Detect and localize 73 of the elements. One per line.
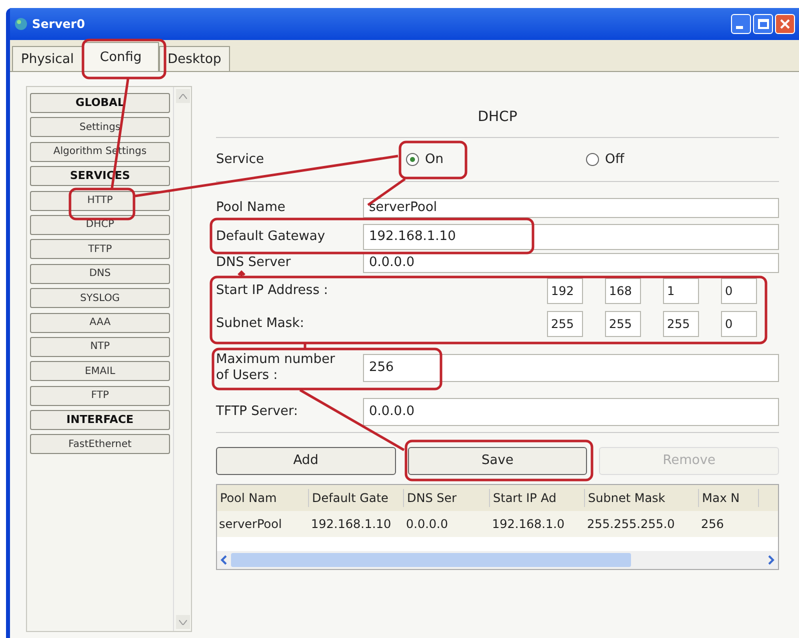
sidebar-item[interactable]: Settings [30,117,170,138]
text-field[interactable]: 0.0.0.0 [363,253,779,273]
sidebar-item[interactable]: HTTP [30,190,170,211]
table-cell-text: 0.0.0.0 [405,516,449,533]
table-cell-text: serverPool [218,516,283,533]
octet-field[interactable]: 168 [605,278,641,304]
octet-field[interactable]: 192 [547,278,583,304]
callout-arrow [237,270,246,278]
octet-field[interactable]: 255 [605,311,641,337]
radio-option[interactable]: On [406,150,586,170]
table-cell-text: 255.255.255.0 [586,516,676,533]
octet-field[interactable]: 0 [721,278,757,304]
sidebar-item[interactable]: GLOBAL [30,93,170,113]
octet-field[interactable]: 255 [663,311,699,337]
sidebar-item[interactable]: FastEthernet [30,434,170,454]
scroll-down-button[interactable] [176,615,190,629]
highlight-box [68,188,136,220]
text-field[interactable]: 0.0.0.0 [363,398,779,426]
scrollbar[interactable] [173,87,191,631]
tab[interactable]: Config [82,42,159,71]
highlight-box [398,140,468,180]
globe-icon [14,17,28,31]
octet-field[interactable]: 1 [663,278,699,304]
table-cell-text: 192.168.1.10 [310,516,392,533]
sidebar-item[interactable]: AAA [30,312,170,333]
octet-field[interactable]: 0 [721,311,757,337]
panel-title: DHCP [478,108,518,127]
caret-up-icon [178,94,186,98]
sidebar-item[interactable]: DNS [30,264,170,284]
sidebar-item[interactable]: INTERFACE [30,410,170,430]
column-header[interactable]: Pool Nam [217,489,309,507]
field-label: DNS Server [216,255,291,270]
field-label: Default Gateway [216,229,326,244]
close-icon [780,19,790,29]
action-button[interactable]: Save [408,447,588,475]
sidebar-item[interactable]: SYSLOG [30,288,170,308]
sidebar-item[interactable]: TFTP [30,239,170,260]
sidebar-item[interactable]: NTP [30,336,170,357]
horizontal-scrollbar[interactable] [217,551,778,569]
field-label: Maximum number of Users : [216,352,336,384]
field-label: TFTP Server: [216,403,299,422]
radio-button[interactable] [586,153,599,166]
field-label: Pool Name [216,200,286,216]
scroll-thumb[interactable] [231,553,631,567]
radio-button[interactable] [406,153,419,166]
close-button[interactable] [775,14,795,34]
field-label: Start IP Address : [216,282,328,300]
octet-field[interactable]: 255 [547,311,583,337]
column-header[interactable]: DNS Ser [404,489,490,507]
maximize-button[interactable] [753,14,773,34]
radio-option[interactable]: Off [586,150,766,170]
text-field[interactable]: 192.168.1.10 [363,224,779,250]
callout-line [304,344,306,348]
sidebar-item[interactable]: FTP [30,386,170,406]
minimize-button[interactable] [731,14,751,34]
text-field[interactable]: 256 [363,354,779,382]
column-header[interactable]: Default Gate [309,489,404,507]
column-header[interactable]: Subnet Mask [585,489,699,507]
field-label: Subnet Mask: [216,315,304,334]
column-header[interactable]: Max N [699,489,759,507]
caret-down-icon [178,620,186,624]
column-header[interactable]: Start IP Ad [490,489,585,507]
scroll-up-button[interactable] [176,89,190,103]
service-label: Service [216,150,266,169]
window-title: Server0 [32,16,85,33]
table-cell-text: 192.168.1.0 [491,516,566,533]
action-button[interactable]: Add [216,447,396,475]
table-cell-text: 256 [700,516,725,533]
sidebar-item[interactable]: DHCP [30,214,170,235]
sidebar-item[interactable]: EMAIL [30,361,170,382]
tab[interactable]: Physical [12,46,83,71]
text-field[interactable]: serverPool [363,198,779,218]
tab[interactable]: Desktop [158,46,230,71]
